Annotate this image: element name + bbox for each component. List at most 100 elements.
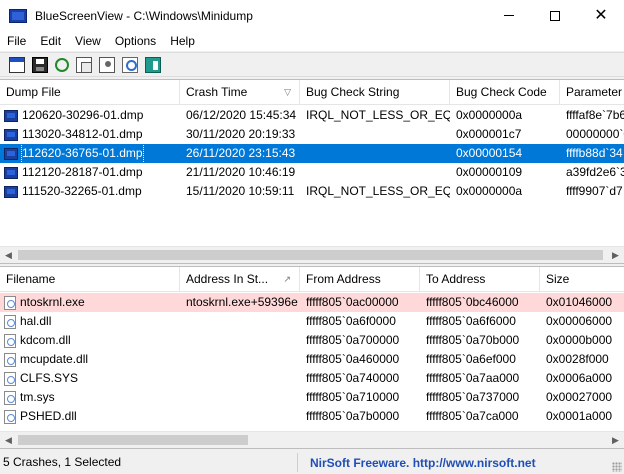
dump-file-icon [4, 147, 18, 160]
column-header-bug-check-code[interactable]: Bug Check Code [450, 80, 560, 105]
cell-from-address: fffff805`0a460000 [306, 352, 400, 366]
table-row[interactable]: PSHED.dll fffff805`0a7b0000 fffff805`0a7… [0, 407, 624, 426]
scrollbar-thumb[interactable] [18, 250, 603, 260]
cell-text: PSHED.dll [20, 409, 77, 423]
column-header-dump-file[interactable]: Dump File [0, 80, 180, 105]
copy-icon[interactable] [76, 56, 92, 73]
scroll-left-icon[interactable]: ◀ [0, 247, 17, 263]
menu-edit[interactable]: Edit [33, 34, 68, 48]
cell-filename: CLFS.SYS [0, 369, 180, 388]
cell-filename: mcupdate.dll [0, 350, 180, 369]
driver-list-header: Filename Address In St... ↗ From Address… [0, 267, 624, 292]
cell-dump-file: 112120-28187-01.dmp [0, 163, 180, 182]
sort-descending-icon: ▽ [284, 87, 291, 97]
table-row[interactable]: mcupdate.dll fffff805`0a460000 fffff805`… [0, 350, 624, 369]
column-header-parameter[interactable]: Parameter [560, 80, 624, 105]
cell-parameter: ffffb88d`34 [566, 146, 623, 160]
resize-grip-icon[interactable] [612, 462, 622, 472]
cell-text: CLFS.SYS [20, 371, 79, 385]
table-row[interactable]: tm.sys fffff805`0a710000 fffff805`0a7370… [0, 388, 624, 407]
driver-list: Filename Address In St... ↗ From Address… [0, 266, 624, 449]
table-row[interactable]: kdcom.dll fffff805`0a700000 fffff805`0a7… [0, 331, 624, 350]
dump-file-icon [4, 109, 18, 122]
driver-list-horizontal-scrollbar[interactable]: ◀ ▶ [0, 431, 624, 448]
cell-text: ntoskrnl.exe [20, 295, 85, 309]
exit-icon[interactable] [145, 56, 161, 73]
cell-from-address: fffff805`0ac00000 [306, 295, 399, 309]
cell-address-in-stack [180, 407, 300, 426]
table-row[interactable]: 111520-32265-01.dmp 15/11/2020 10:59:11 … [0, 182, 624, 201]
driver-file-icon [4, 295, 16, 310]
scroll-right-icon[interactable]: ▶ [607, 432, 624, 448]
driver-file-icon [4, 390, 16, 405]
cell-text: 112620-36765-01.dmp [21, 144, 144, 163]
table-row-selected[interactable]: 112620-36765-01.dmp 26/11/2020 23:15:43 … [0, 144, 624, 163]
crash-list-horizontal-scrollbar[interactable]: ◀ ▶ [0, 246, 624, 263]
column-header-size[interactable]: Size [540, 267, 624, 292]
menu-help[interactable]: Help [163, 34, 202, 48]
cell-parameter: a39fd2e6`3 [566, 165, 624, 179]
scrollbar-thumb[interactable] [18, 435, 248, 445]
menu-view[interactable]: View [68, 34, 108, 48]
close-icon: ✕ [594, 6, 608, 24]
table-row[interactable]: hal.dll fffff805`0a6f0000 fffff805`0a6f6… [0, 312, 624, 331]
cell-bug-check-string [300, 125, 450, 144]
cell-to-address: fffff805`0a6f6000 [426, 314, 516, 328]
column-header-filename[interactable]: Filename [0, 267, 180, 292]
cell-dump-file: 113020-34812-01.dmp [0, 125, 180, 144]
cell-text: 120620-30296-01.dmp [22, 108, 144, 122]
cell-text: 111520-32265-01.dmp [22, 184, 142, 198]
table-row[interactable]: CLFS.SYS fffff805`0a740000 fffff805`0a7a… [0, 369, 624, 388]
cell-text: 112120-28187-01.dmp [22, 165, 143, 179]
cell-filename: tm.sys [0, 388, 180, 407]
find-icon[interactable] [122, 56, 138, 73]
cell-bug-check-code: 0x0000000a [456, 184, 523, 198]
status-bar: 5 Crashes, 1 Selected NirSoft Freeware. … [0, 451, 624, 474]
cell-bug-check-string: IRQL_NOT_LESS_OR_EQ... [306, 184, 450, 198]
column-header-crash-time[interactable]: Crash Time ▽ [180, 80, 300, 105]
cell-crash-time: 30/11/2020 20:19:33 [186, 127, 296, 141]
column-header-bug-check-string[interactable]: Bug Check String [300, 80, 450, 105]
cell-bug-check-code: 0x00000109 [456, 165, 523, 179]
table-row[interactable]: 112120-28187-01.dmp 21/11/2020 10:46:19 … [0, 163, 624, 182]
cell-from-address: fffff805`0a6f0000 [306, 314, 396, 328]
cell-address-in-stack [180, 331, 300, 350]
close-button[interactable]: ✕ [578, 0, 624, 31]
table-row[interactable]: 113020-34812-01.dmp 30/11/2020 20:19:33 … [0, 125, 624, 144]
minimize-button[interactable] [486, 0, 532, 31]
maximize-icon [550, 10, 560, 21]
maximize-button[interactable] [532, 0, 578, 31]
menu-file[interactable]: File [0, 34, 33, 48]
cell-from-address: fffff805`0a740000 [306, 371, 400, 385]
cell-size: 0x0006a000 [546, 371, 613, 385]
column-header-label: Crash Time [186, 85, 248, 99]
driver-file-icon [4, 333, 16, 348]
cell-from-address: fffff805`0a7b0000 [306, 409, 400, 423]
cell-bug-check-string [300, 163, 450, 182]
cell-text: kdcom.dll [20, 333, 71, 347]
app-icon [9, 8, 27, 23]
cell-size: 0x01046000 [546, 295, 613, 309]
cell-bug-check-code: 0x0000000a [456, 108, 523, 122]
scroll-right-icon[interactable]: ▶ [607, 247, 624, 263]
column-header-address-in-stack[interactable]: Address In St... ↗ [180, 267, 300, 292]
nirsoft-link[interactable]: NirSoft Freeware. http://www.nirsoft.net [298, 456, 536, 470]
sort-ascending-icon: ↗ [283, 274, 291, 284]
cell-text: tm.sys [20, 390, 55, 404]
table-row-highlighted[interactable]: ntoskrnl.exe ntoskrnl.exe+59396e fffff80… [0, 293, 624, 312]
status-summary: 5 Crashes, 1 Selected [0, 453, 298, 472]
cell-size: 0x00006000 [546, 314, 613, 328]
cell-crash-time: 21/11/2020 10:46:19 [186, 165, 296, 179]
save-icon[interactable] [32, 56, 48, 73]
column-header-from-address[interactable]: From Address [300, 267, 420, 292]
table-row[interactable]: 120620-30296-01.dmp 06/12/2020 15:45:34 … [0, 106, 624, 125]
column-header-to-address[interactable]: To Address [420, 267, 540, 292]
cell-text: 113020-34812-01.dmp [22, 127, 143, 141]
html-report-icon[interactable] [9, 56, 25, 73]
cell-to-address: fffff805`0a737000 [426, 390, 520, 404]
minimize-icon [504, 15, 514, 16]
menu-options[interactable]: Options [108, 34, 163, 48]
refresh-icon[interactable] [55, 58, 69, 72]
properties-icon[interactable] [99, 56, 115, 73]
scroll-left-icon[interactable]: ◀ [0, 432, 17, 448]
